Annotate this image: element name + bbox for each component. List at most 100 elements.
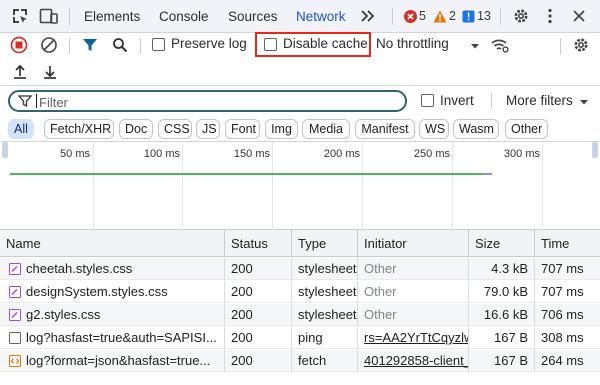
overview-tick-label: 50 ms — [60, 148, 90, 160]
network-settings-gear-icon[interactable] — [571, 35, 591, 55]
request-status: 200 — [224, 327, 291, 349]
error-icon — [403, 9, 417, 23]
request-initiator-link[interactable]: rs=AA2YrTtCqyzlw — [357, 327, 468, 349]
issues-badge[interactable]: 13 — [461, 8, 491, 24]
column-header-initiator[interactable]: Initiator — [357, 230, 468, 257]
request-time: 706 ms — [534, 304, 600, 326]
close-icon[interactable] — [569, 6, 589, 26]
filter-chip-js[interactable]: JS — [196, 119, 220, 139]
import-har-icon[interactable] — [10, 62, 30, 82]
overview-gridline — [362, 142, 363, 230]
overview-gridline — [542, 142, 543, 230]
table-row[interactable]: cheetah.styles.css 200 stylesheet Other … — [0, 258, 600, 280]
toolbar-divider — [500, 8, 501, 25]
text-caret — [36, 94, 37, 108]
request-name: log?hasfast=true&auth=SAPISI... — [26, 330, 217, 345]
network-conditions-wifi-icon[interactable] — [490, 35, 510, 55]
devtools-tab-bar: Elements Console Sources Network 5 2 13 — [0, 0, 600, 34]
filter-chip-all[interactable]: All — [8, 119, 34, 139]
export-har-icon[interactable] — [40, 62, 60, 82]
request-size: 79.0 kB — [468, 281, 534, 303]
request-size: 16.6 kB — [468, 304, 534, 326]
warnings-count: 2 — [449, 9, 456, 23]
more-options-icon[interactable] — [540, 6, 560, 26]
table-row[interactable]: designSystem.styles.css 200 stylesheet O… — [0, 281, 600, 303]
request-type: stylesheet — [291, 281, 357, 303]
request-status: 200 — [224, 281, 291, 303]
toolbar-divider — [69, 38, 70, 54]
filter-chip-media[interactable]: Media — [302, 119, 350, 139]
stop-recording-icon[interactable] — [9, 35, 29, 55]
filter-chip-other[interactable]: Other — [505, 119, 548, 139]
settings-gear-icon[interactable] — [511, 6, 531, 26]
search-icon[interactable] — [110, 35, 130, 55]
filter-chip-css[interactable]: CSS — [158, 119, 192, 139]
filter-chip-manifest[interactable]: Manifest — [355, 119, 415, 139]
filter-chip-font[interactable]: Font — [225, 119, 260, 139]
overview-tick-label: 150 ms — [233, 148, 270, 160]
filter-bar: Invert More filters — [0, 86, 600, 116]
more-tabs-chevron-icon[interactable] — [358, 6, 378, 26]
overview-gridline — [182, 142, 183, 230]
errors-count: 5 — [419, 9, 426, 23]
filter-input[interactable] — [39, 94, 389, 110]
warnings-badge[interactable]: 2 — [433, 8, 456, 24]
tab-elements[interactable]: Elements — [84, 0, 140, 33]
toolbar-divider — [491, 93, 492, 109]
dropdown-arrow-icon[interactable] — [574, 92, 594, 112]
tab-console[interactable]: Console — [159, 0, 209, 33]
throttling-select[interactable]: No throttling — [376, 36, 449, 51]
filter-chip-img[interactable]: Img — [265, 119, 298, 139]
toolbar-divider — [392, 8, 393, 25]
overview-left-handle[interactable] — [2, 142, 8, 158]
request-name: g2.styles.css — [26, 307, 101, 322]
errors-badge[interactable]: 5 — [403, 8, 426, 24]
invert-checkbox[interactable] — [421, 94, 434, 107]
inspect-element-icon[interactable] — [10, 6, 30, 26]
filter-chip-doc[interactable]: Doc — [119, 119, 153, 139]
overview-right-handle[interactable] — [592, 142, 598, 158]
dropdown-arrow-icon[interactable] — [465, 36, 485, 56]
request-initiator: Other — [357, 281, 468, 303]
preserve-log-label[interactable]: Preserve log — [171, 36, 247, 51]
request-type: stylesheet — [291, 304, 357, 326]
more-filters-dropdown[interactable]: More filters — [506, 93, 573, 108]
import-export-toolbar — [0, 58, 600, 86]
filter-funnel-icon[interactable] — [80, 35, 100, 55]
overview-waiting-bar — [10, 173, 482, 175]
request-type: fetch — [291, 350, 357, 372]
filter-chip-wasm[interactable]: Wasm — [453, 119, 499, 139]
issues-count: 13 — [477, 9, 491, 23]
overview-gridline — [93, 142, 94, 230]
table-row[interactable]: log?format=json&hasfast=true... 200 fetc… — [0, 350, 600, 372]
filter-field[interactable] — [8, 90, 407, 112]
request-initiator-link[interactable]: 401292858-client_j — [357, 350, 468, 372]
timeline-overview[interactable]: 50 ms 100 ms 150 ms 200 ms 250 ms 300 ms — [0, 142, 600, 230]
request-size: 167 B — [468, 327, 534, 349]
table-row[interactable]: log?hasfast=true&auth=SAPISI... 200 ping… — [0, 327, 600, 349]
filter-chip-fetch-xhr[interactable]: Fetch/XHR — [44, 119, 114, 139]
column-header-name[interactable]: Name — [0, 230, 224, 257]
column-header-time[interactable]: Time — [534, 230, 600, 257]
request-time: 308 ms — [534, 327, 600, 349]
overview-tick-label: 100 ms — [143, 148, 180, 160]
invert-label[interactable]: Invert — [440, 93, 474, 108]
overview-gridline — [452, 142, 453, 230]
toolbar-divider — [140, 38, 141, 54]
column-header-status[interactable]: Status — [224, 230, 291, 257]
overview-gridline — [272, 142, 273, 230]
request-name: cheetah.styles.css — [26, 261, 133, 276]
table-row[interactable]: g2.styles.css 200 stylesheet Other 16.6 … — [0, 304, 600, 326]
tab-sources[interactable]: Sources — [228, 0, 278, 33]
clear-icon[interactable] — [39, 35, 59, 55]
disable-cache-highlight-box — [255, 32, 371, 57]
overview-tick-label: 300 ms — [503, 148, 540, 160]
preserve-log-checkbox[interactable] — [152, 38, 165, 51]
overview-download-bar — [482, 173, 492, 175]
request-time: 707 ms — [534, 258, 600, 280]
column-header-size[interactable]: Size — [468, 230, 534, 257]
column-header-type[interactable]: Type — [291, 230, 357, 257]
filter-chip-ws[interactable]: WS — [419, 119, 449, 139]
device-toolbar-icon[interactable] — [39, 6, 59, 26]
tab-network[interactable]: Network — [294, 0, 348, 34]
